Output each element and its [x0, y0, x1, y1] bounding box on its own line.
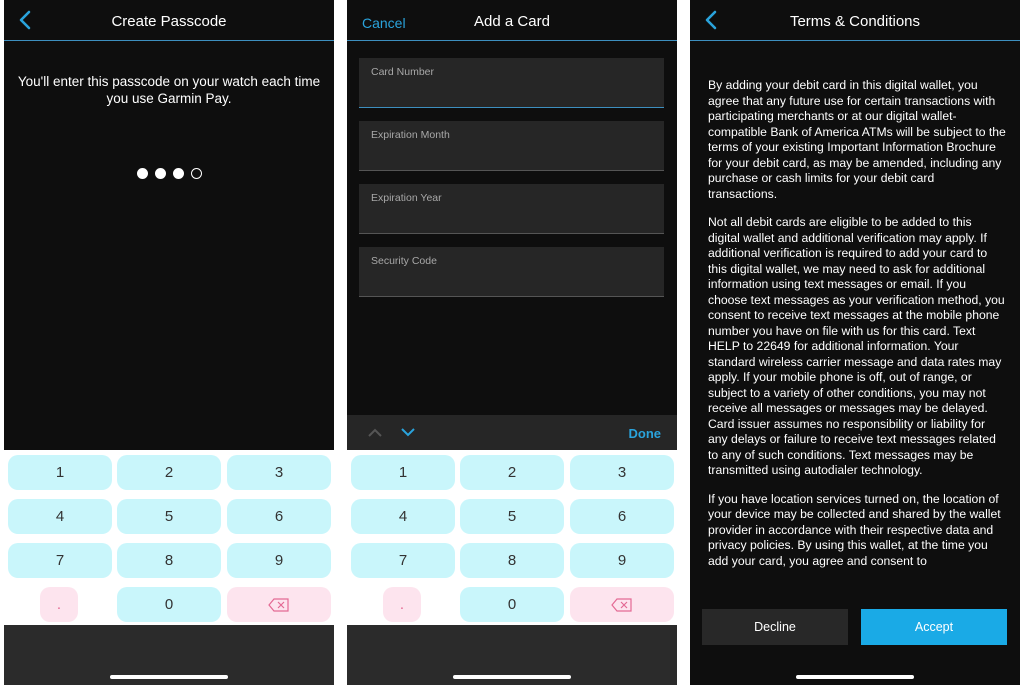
- header: Cancel Add a Card: [347, 0, 677, 41]
- field-label: Expiration Month: [371, 129, 450, 141]
- header: Terms & Conditions: [690, 0, 1020, 41]
- field-label: Expiration Year: [371, 192, 442, 204]
- key-6[interactable]: 6: [570, 499, 674, 534]
- key-0[interactable]: 0: [460, 587, 564, 622]
- decline-button[interactable]: Decline: [702, 609, 848, 645]
- terms-paragraph: If you have location services turned on,…: [708, 491, 1001, 568]
- terms-screen: Terms & Conditions By adding your debit …: [690, 0, 1020, 685]
- security-code-field[interactable]: Security Code: [359, 247, 664, 297]
- home-indicator[interactable]: [796, 675, 914, 679]
- chevron-up-icon[interactable]: [367, 426, 383, 438]
- terms-text[interactable]: By adding your debit card in this digita…: [708, 78, 1006, 590]
- accept-button[interactable]: Accept: [861, 609, 1007, 645]
- keyboard-accessory-bar: Done: [347, 415, 677, 450]
- filled-dot: [172, 168, 184, 179]
- backspace-icon: [268, 597, 289, 612]
- backspace-key[interactable]: [227, 587, 331, 622]
- key-7[interactable]: 7: [8, 543, 112, 578]
- home-indicator[interactable]: [110, 675, 228, 679]
- key-decimal[interactable]: .: [40, 587, 78, 622]
- field-label: Security Code: [371, 255, 437, 267]
- terms-paragraph: Not all debit cards are eligible to be a…: [708, 215, 1005, 477]
- key-8[interactable]: 8: [117, 543, 221, 578]
- key-4[interactable]: 4: [8, 499, 112, 534]
- passcode-dots: [4, 168, 334, 179]
- create-passcode-screen: Create Passcode You'll enter this passco…: [4, 0, 334, 685]
- key-1[interactable]: 1: [351, 455, 455, 490]
- done-button[interactable]: Done: [629, 426, 662, 441]
- key-7[interactable]: 7: [351, 543, 455, 578]
- numeric-keypad: 123 456 789. 0: [4, 450, 334, 625]
- page-title: Add a Card: [474, 13, 550, 30]
- chevron-down-icon[interactable]: [400, 426, 416, 438]
- key-2[interactable]: 2: [460, 455, 564, 490]
- backspace-icon: [611, 597, 632, 612]
- header: Create Passcode: [4, 0, 334, 41]
- page-title: Terms & Conditions: [789, 13, 921, 30]
- key-4[interactable]: 4: [351, 499, 455, 534]
- backspace-key[interactable]: [570, 587, 674, 622]
- key-2[interactable]: 2: [117, 455, 221, 490]
- key-5[interactable]: 5: [117, 499, 221, 534]
- terms-paragraph: By adding your debit card in this digita…: [708, 78, 1006, 201]
- numeric-keypad: 123 456 789. 0: [347, 450, 677, 625]
- bottom-bar: [347, 625, 677, 685]
- home-indicator[interactable]: [453, 675, 571, 679]
- passcode-message: You'll enter this passcode on your watch…: [17, 74, 321, 106]
- key-3[interactable]: 3: [227, 455, 331, 490]
- expiration-month-field[interactable]: Expiration Month: [359, 121, 664, 171]
- expiration-year-field[interactable]: Expiration Year: [359, 184, 664, 234]
- key-3[interactable]: 3: [570, 455, 674, 490]
- filled-dot: [136, 168, 148, 179]
- bottom-bar: [4, 625, 334, 685]
- empty-dot: [190, 168, 202, 179]
- field-label: Card Number: [371, 66, 435, 78]
- page-title: Create Passcode: [111, 13, 227, 30]
- card-number-field[interactable]: Card Number: [359, 58, 664, 108]
- key-0[interactable]: 0: [117, 587, 221, 622]
- key-9[interactable]: 9: [227, 543, 331, 578]
- add-card-screen: Cancel Add a Card Card Number Expiration…: [347, 0, 677, 685]
- key-5[interactable]: 5: [460, 499, 564, 534]
- key-decimal[interactable]: .: [383, 587, 421, 622]
- key-8[interactable]: 8: [460, 543, 564, 578]
- key-6[interactable]: 6: [227, 499, 331, 534]
- key-9[interactable]: 9: [570, 543, 674, 578]
- key-1[interactable]: 1: [8, 455, 112, 490]
- filled-dot: [154, 168, 166, 179]
